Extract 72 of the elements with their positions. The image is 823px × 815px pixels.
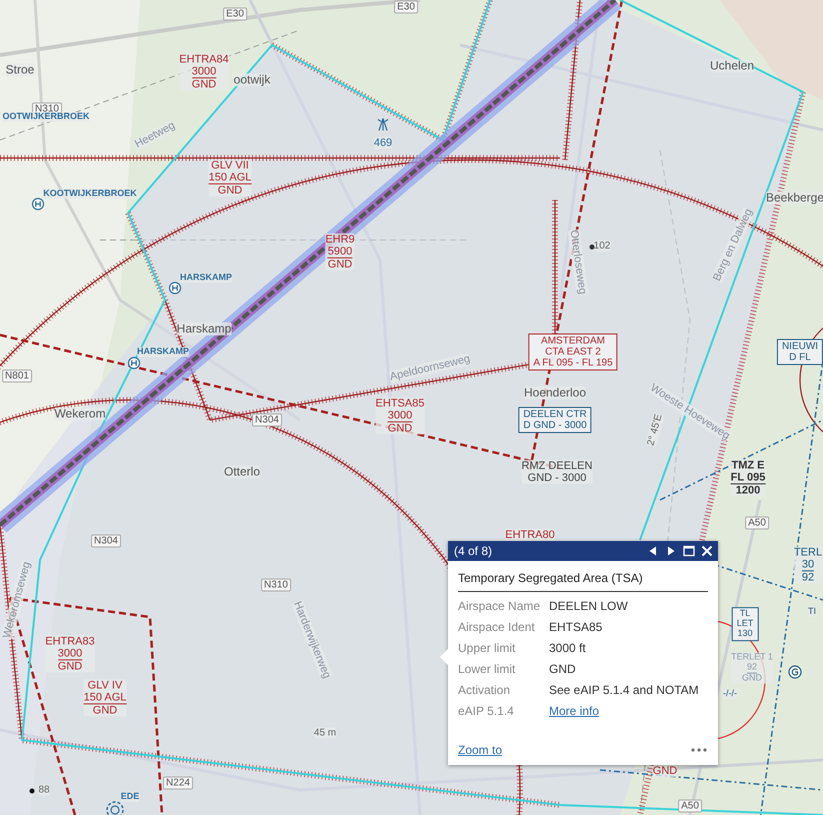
popup-title: Temporary Segregated Area (TSA) xyxy=(458,571,708,592)
road-number: A50 xyxy=(745,516,769,530)
place-name: Harskamp xyxy=(176,322,232,336)
heliport-name: EDE xyxy=(120,792,140,802)
heliport-icon xyxy=(32,198,44,210)
field-value: DEELEN LOW xyxy=(549,598,628,615)
maximize-button[interactable] xyxy=(682,544,696,558)
heliport-name: HARSKAMP xyxy=(180,273,232,283)
field-label: Activation xyxy=(458,682,512,699)
airspace-label: TERLET 1 92 GND xyxy=(731,652,773,684)
right-triangle-icon xyxy=(665,545,677,557)
close-button[interactable] xyxy=(700,544,714,558)
heliport-icon xyxy=(168,282,182,294)
place-name: Stroe xyxy=(6,63,34,77)
road-number: E30 xyxy=(223,8,247,20)
airspace-label: TERL 30 92 xyxy=(794,546,822,584)
airspace-label: GLV IV 150 AGL GND xyxy=(84,679,126,717)
place-name: ootwijk xyxy=(234,73,270,87)
airspace-label: EHR9 5900 GND xyxy=(325,233,355,271)
field-value: GND xyxy=(549,661,576,678)
heliport-name: HARSKAMP xyxy=(137,347,189,357)
place-name: Otterlo xyxy=(224,465,260,479)
road-number: N304 xyxy=(91,534,121,548)
map-annotation: 88 xyxy=(38,784,50,796)
airspace-label: EHTRA80 xyxy=(505,528,555,542)
dot-icon xyxy=(589,244,595,250)
airspace-label: EHTSA85 3000 GND xyxy=(376,397,424,435)
field-value: 3000 ft xyxy=(549,640,586,657)
place-name: Hoenderloo xyxy=(524,386,586,400)
obstacle-icon xyxy=(377,116,389,132)
obstacle-height: 469 xyxy=(374,136,392,150)
map-annotation: 102 xyxy=(594,240,610,252)
left-triangle-icon xyxy=(647,545,659,557)
field-label: Upper limit xyxy=(458,640,516,657)
heliport-icon xyxy=(128,356,140,370)
airspace-label: -/-/- xyxy=(723,689,737,699)
dot-icon xyxy=(29,788,35,794)
field-label: Lower limit xyxy=(458,661,516,678)
airspace-label: GLV VII 150 AGL GND xyxy=(208,159,252,197)
road-number: N801 xyxy=(2,370,32,382)
field-label: Airspace Name xyxy=(458,598,542,615)
radar-icon xyxy=(106,801,124,815)
place-name: Wekerom xyxy=(54,407,106,421)
circled-g-icon xyxy=(788,665,802,679)
airspace-label: DEELEN CTR D GND - 3000 xyxy=(518,407,592,433)
feature-counter: (4 of 8) xyxy=(454,544,494,558)
airspace-label: TI xyxy=(808,607,816,617)
zoom-to-link[interactable]: Zoom to xyxy=(458,743,502,757)
place-name: Uchelen xyxy=(710,59,754,73)
maximize-icon xyxy=(683,545,695,557)
more-info-link[interactable]: More info xyxy=(549,701,600,722)
heliport-name: KOOTWIJKERBROEK xyxy=(43,189,137,199)
field-value: See eAIP 5.1.4 and NOTAM xyxy=(549,682,699,699)
field-label: eAIP 5.1.4 xyxy=(458,703,515,720)
airspace-label: GND xyxy=(652,764,678,778)
airspace-label: TL LET 130 xyxy=(732,607,758,641)
ellipsis-icon xyxy=(691,748,707,752)
map-annotation: 45 m xyxy=(314,728,336,738)
airspace-label: TMZ E FL 095 1200 xyxy=(730,459,766,497)
road-number: N224 xyxy=(163,776,193,790)
road-number: E30 xyxy=(394,0,418,14)
road-number: N304 xyxy=(252,414,282,426)
airspace-label: NIEUWI D FL xyxy=(776,339,823,365)
airspace-label: RMZ DEELEN GND - 3000 xyxy=(522,460,592,484)
road-number: N310 xyxy=(261,578,291,592)
airspace-label: AMSTERDAM CTA EAST 2 A FL 095 - FL 195 xyxy=(528,334,618,370)
road-number: A50 xyxy=(678,800,702,812)
airspace-label: EHTRA83 3000 GND xyxy=(45,635,95,673)
close-icon xyxy=(701,545,713,557)
field-label: Airspace Ident xyxy=(458,619,536,636)
field-value: EHTSA85 xyxy=(549,619,602,636)
airspace-label: EHTRA84 3000 GND xyxy=(179,53,229,91)
